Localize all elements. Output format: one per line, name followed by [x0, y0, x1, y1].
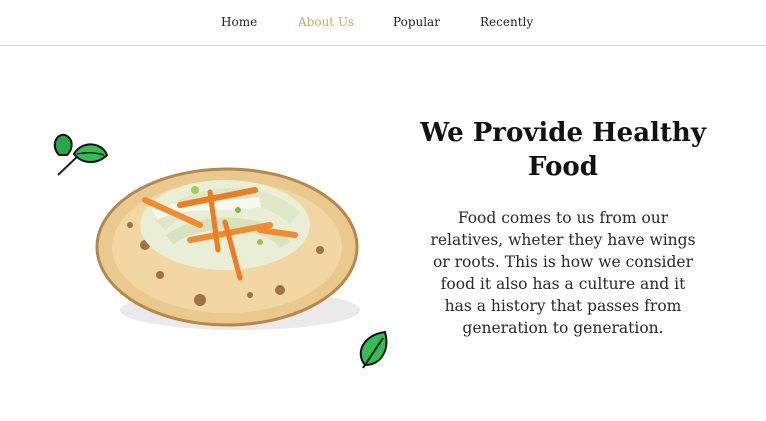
hero-title: We Provide Healthy Food	[420, 118, 706, 182]
nav-item-home[interactable]: Home	[221, 15, 257, 29]
nav-item-about-us[interactable]: About Us	[298, 15, 354, 29]
nav-item-popular[interactable]: Popular	[393, 15, 440, 29]
hero-description: Food comes to us from our relatives, whe…	[430, 209, 696, 337]
hero-food-image	[53, 133, 388, 369]
top-navigation: Home About Us Popular Recently	[0, 0, 766, 46]
leaf-icon	[359, 330, 388, 369]
nav-item-recently[interactable]: Recently	[480, 15, 533, 29]
leaf-icon	[53, 133, 109, 176]
